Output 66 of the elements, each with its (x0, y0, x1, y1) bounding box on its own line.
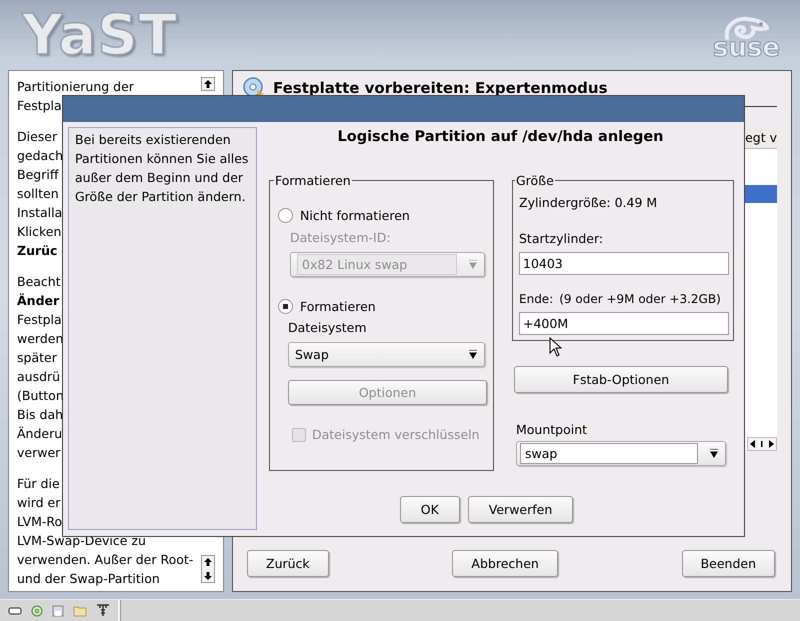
help-text-line: Installa (17, 204, 62, 222)
radio-label[interactable]: Formatieren (300, 299, 376, 314)
group-title: Größe (515, 173, 555, 188)
help-text-line: werden (17, 330, 64, 348)
dropdown-arrow-icon (468, 350, 478, 360)
radio-label[interactable]: Nicht formatieren (300, 208, 410, 223)
scroll-up-icon[interactable] (201, 77, 216, 91)
mountpoint-combo[interactable]: swap (516, 441, 726, 466)
help-text-line: wird er (17, 494, 60, 512)
wizard-button[interactable]: Beenden (682, 550, 775, 577)
field-label: Mountpoint (516, 421, 588, 439)
field-hint: (9 oder +9M oder +3.2GB) (559, 291, 721, 308)
help-text-line: Bis dah (17, 406, 64, 424)
filesystem-dropdown[interactable]: Swap (288, 342, 485, 367)
help-text-line: verwenden. Außer der Root- (17, 551, 194, 569)
column-header: egt v (745, 130, 777, 145)
mouse-pointer-icon (549, 337, 562, 357)
network-icon[interactable] (96, 604, 110, 617)
help-text-line: Klicken (17, 223, 62, 241)
help-text: Bei bereits existierenden Partitionen können Sie alles außer dem Beginn und der Größe der Partition ändern. (75, 131, 250, 206)
cylinder-size-text: Zylindergröße: 0.49 M (519, 194, 658, 212)
dropdown-arrow-icon (468, 260, 478, 270)
start-cylinder-field[interactable]: 10403 (519, 252, 729, 275)
field-label: Dateisystem-ID: (290, 229, 392, 247)
dialog-heading: Logische Partition auf /dev/hda anlegen (336, 129, 664, 145)
help-text-line: Festpla (17, 97, 62, 115)
help-text-line: ausdrü (17, 368, 60, 386)
help-text-line: Beacht (17, 273, 61, 291)
help-text-line: Begriff (17, 166, 58, 184)
group-title: Formatieren (274, 173, 352, 188)
wizard-button[interactable]: Abbrechen (452, 550, 558, 577)
help-text-line: LVM-Ro (17, 513, 62, 531)
help-text-line: und der Swap-Partition (17, 570, 160, 588)
page-title: Festplatte vorbereiten: Expertenmodus (273, 79, 608, 97)
help-text-line: Dieser (17, 128, 58, 146)
scroll-arrows-icon[interactable] (201, 555, 216, 583)
field-label: Ende: (519, 291, 554, 308)
field-label: Dateisystem (288, 319, 368, 337)
radio-button[interactable] (278, 299, 293, 314)
fstab-options-button[interactable]: Fstab-Optionen (514, 366, 728, 393)
help-text-line: Für die (17, 475, 60, 493)
wizard-button[interactable]: Zurück (247, 550, 329, 577)
help-text-line: gedach (17, 147, 64, 165)
floppy-icon[interactable] (52, 604, 64, 616)
drive-icon[interactable] (8, 606, 22, 616)
dropdown-arrow-icon (709, 448, 719, 458)
help-text-line: verwer (17, 444, 60, 462)
dialog-button[interactable]: Verwerfen (468, 496, 574, 523)
help-text-line: Partitionierung der (17, 78, 134, 96)
help-text-line: LVM-Swap-Device zu (17, 532, 146, 550)
help-text-line: Änderu (17, 425, 62, 443)
cd-icon[interactable] (31, 604, 43, 616)
scroll-left-right-icon[interactable] (747, 437, 777, 451)
yast-logo: YaST (22, 6, 178, 66)
help-text-line: Festpla (17, 311, 62, 329)
end-field[interactable]: +400M (519, 312, 729, 335)
dialog-button[interactable]: OK (400, 496, 460, 523)
help-text-line: Zurüc (17, 242, 58, 260)
help-text-line: sollten (17, 185, 59, 203)
help-text-line: (Button (17, 387, 64, 405)
help-text-line: Änder (17, 292, 60, 310)
chameleon-icon (723, 14, 770, 40)
field-label: Startzylinder: (519, 230, 604, 248)
radio-button[interactable] (278, 208, 293, 223)
suse-logo: suse (712, 36, 780, 60)
help-text-line: später (17, 349, 57, 367)
